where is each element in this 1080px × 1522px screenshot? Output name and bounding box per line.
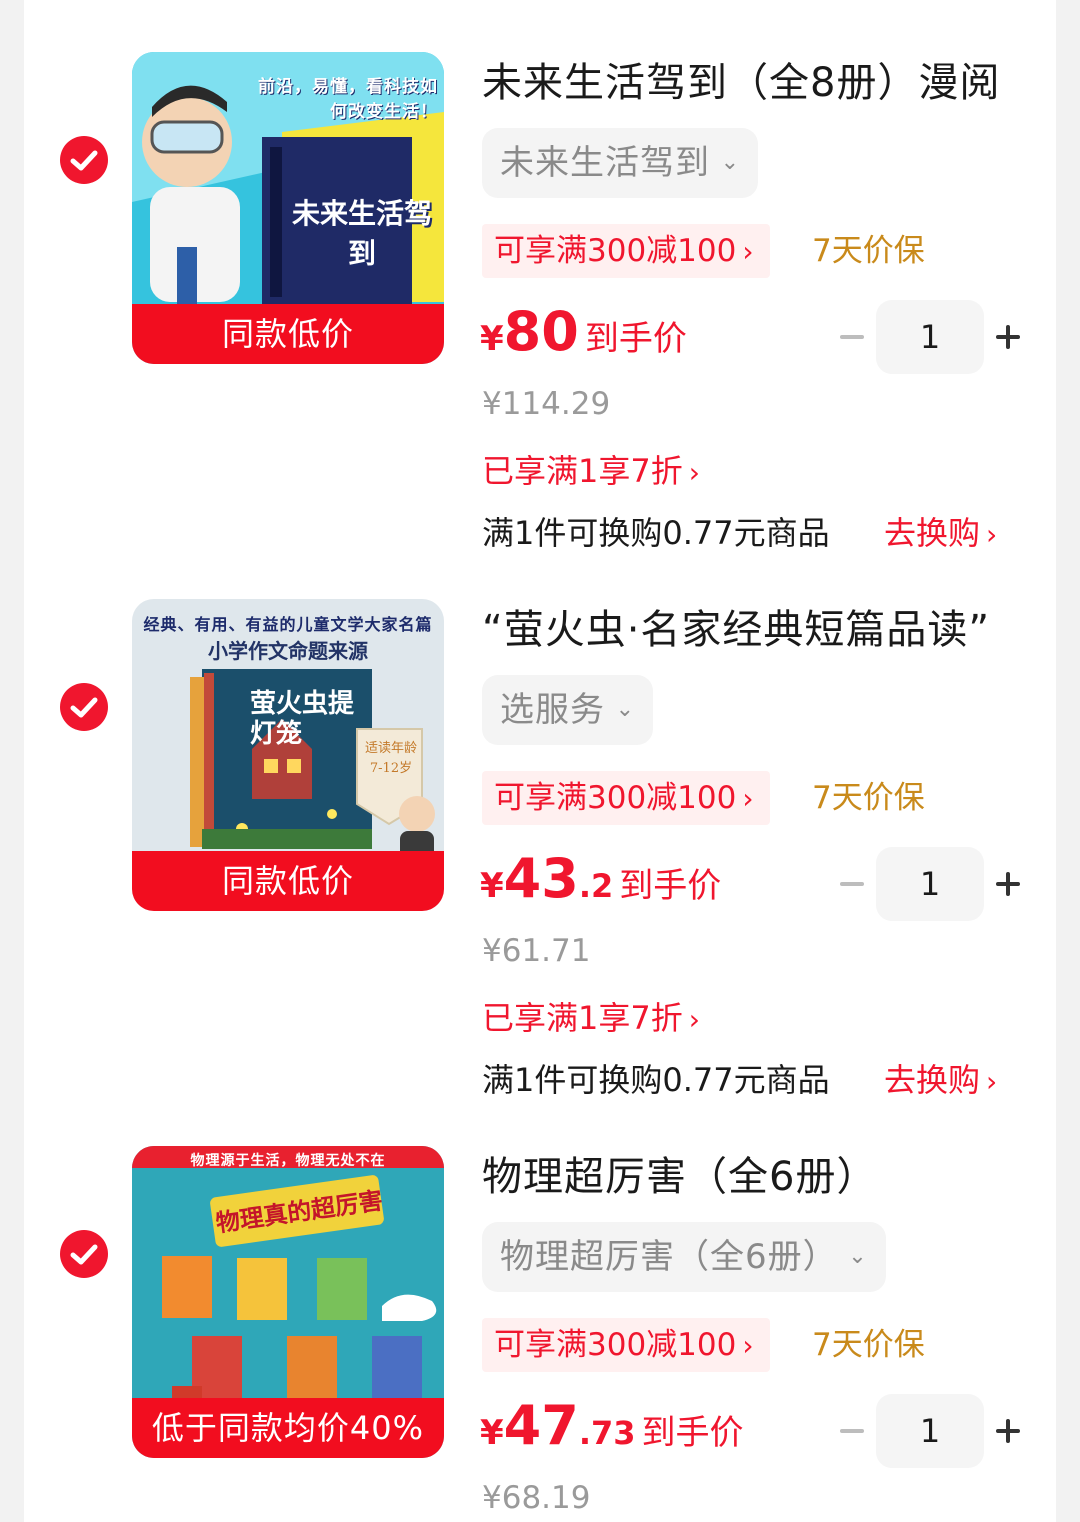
minus-icon[interactable] bbox=[840, 1429, 864, 1433]
price-integer: 47 bbox=[503, 1394, 579, 1457]
price-integer: 43 bbox=[503, 847, 579, 910]
plus-icon[interactable] bbox=[996, 1419, 1020, 1443]
chevron-right-icon: › bbox=[742, 235, 754, 268]
discount-link[interactable]: 已享满1享7折 › bbox=[482, 446, 700, 492]
price-integer: 80 bbox=[503, 300, 579, 363]
discount-label: 已享满1享7折 bbox=[482, 999, 683, 1037]
cart-item: 经典、有用、有益的儿童文学大家名篇 小学作文命题来源 萤火虫提灯笼 适读年龄 7… bbox=[24, 547, 1056, 1099]
variant-selector[interactable]: 物理超厉害（全6册） ⌄ bbox=[482, 1222, 886, 1292]
book-cover-subtitle: 小学作文命题来源 bbox=[208, 639, 368, 663]
product-title[interactable]: 物理超厉害（全6册） bbox=[482, 1144, 877, 1202]
promo-tag[interactable]: 可享满300减100 › bbox=[482, 224, 770, 278]
original-price: ¥68.19 bbox=[482, 1480, 591, 1516]
minus-icon[interactable] bbox=[840, 335, 864, 339]
price-suffix: 到手价 bbox=[584, 319, 687, 359]
product-thumbnail[interactable]: 未来生活驾到 前沿，易懂，看科技如何改变生活！ 同款低价 bbox=[132, 52, 444, 364]
checkbox-checked-icon[interactable] bbox=[60, 1230, 108, 1278]
currency-symbol: ¥ bbox=[480, 1413, 504, 1453]
low-price-badge: 同款低价 bbox=[132, 851, 444, 911]
chevron-down-icon: ⌄ bbox=[848, 1244, 868, 1269]
chevron-right-icon: › bbox=[688, 1003, 700, 1036]
book-cover-slogan: 前沿，易懂，看科技如何改变生活！ bbox=[258, 77, 438, 122]
price-protect-label: 7天价保 bbox=[812, 1327, 925, 1363]
checkbox-checked-icon[interactable] bbox=[60, 136, 108, 184]
chevron-right-icon: › bbox=[688, 456, 700, 489]
chevron-down-icon: ⌄ bbox=[720, 150, 740, 175]
product-thumbnail[interactable]: 物理源于生活，物理无处不在 物理真的超厉害 低于同款均价40% bbox=[132, 1146, 444, 1458]
quantity-stepper: 1 bbox=[836, 847, 1036, 921]
discount-label: 已享满1享7折 bbox=[482, 452, 683, 490]
price-decimal: .2 bbox=[578, 867, 614, 905]
book-cover-title: 萤火虫提灯笼 bbox=[250, 689, 355, 749]
chevron-down-icon: ⌄ bbox=[615, 697, 635, 722]
currency-symbol: ¥ bbox=[480, 319, 504, 359]
final-price: ¥80 到手价 bbox=[480, 300, 687, 376]
original-price: ¥114.29 bbox=[482, 386, 611, 422]
currency-symbol: ¥ bbox=[480, 866, 504, 906]
variant-selector[interactable]: 选服务 ⌄ bbox=[482, 675, 653, 745]
promo-tag[interactable]: 可享满300减100 › bbox=[482, 771, 770, 825]
quantity-input[interactable]: 1 bbox=[876, 847, 984, 921]
price-suffix: 到手价 bbox=[641, 1413, 744, 1453]
price-protect-label: 7天价保 bbox=[812, 233, 925, 269]
price-protect-label: 7天价保 bbox=[812, 780, 925, 816]
cart-item: 物理源于生活，物理无处不在 物理真的超厉害 低于同款均价40% 物理超厉害（全6… bbox=[24, 1094, 1056, 1522]
quantity-stepper: 1 bbox=[836, 300, 1036, 374]
variant-label: 未来生活驾到 bbox=[500, 143, 710, 183]
final-price: ¥47.73 到手价 bbox=[480, 1394, 744, 1470]
promo-label: 可享满300减100 bbox=[494, 1327, 737, 1363]
final-price: ¥43.2 到手价 bbox=[480, 847, 721, 923]
discount-link[interactable]: 已享满1享7折 › bbox=[482, 993, 700, 1039]
book-cover-slogan: 经典、有用、有益的儿童文学大家名篇 bbox=[143, 615, 433, 634]
price-decimal: .73 bbox=[578, 1414, 636, 1452]
variant-selector[interactable]: 未来生活驾到 ⌄ bbox=[482, 128, 758, 198]
quantity-input[interactable]: 1 bbox=[876, 300, 984, 374]
book-cover-slogan: 物理源于生活，物理无处不在 bbox=[190, 1153, 386, 1169]
book-cover-age: 适读年龄 7-12岁 bbox=[364, 741, 417, 776]
promo-tag[interactable]: 可享满300减100 › bbox=[482, 1318, 770, 1372]
cart-list: 未来生活驾到 前沿，易懂，看科技如何改变生活！ 同款低价 未来生活驾到（全8册）… bbox=[24, 0, 1056, 1522]
checkbox-checked-icon[interactable] bbox=[60, 683, 108, 731]
minus-icon[interactable] bbox=[840, 882, 864, 886]
book-cover-title: 未来生活驾到 bbox=[292, 197, 433, 270]
chevron-right-icon: › bbox=[742, 782, 754, 815]
chevron-right-icon: › bbox=[742, 1329, 754, 1362]
variant-label: 物理超厉害（全6册） bbox=[500, 1237, 838, 1277]
product-title[interactable]: “萤火虫·名家经典短篇品读” bbox=[482, 597, 990, 655]
product-title[interactable]: 未来生活驾到（全8册）漫阅 bbox=[482, 50, 1000, 108]
price-suffix: 到手价 bbox=[619, 866, 722, 906]
promo-label: 可享满300减100 bbox=[494, 780, 737, 816]
low-price-badge: 低于同款均价40% bbox=[132, 1398, 444, 1458]
promo-label: 可享满300减100 bbox=[494, 233, 737, 269]
plus-icon[interactable] bbox=[996, 325, 1020, 349]
product-thumbnail[interactable]: 经典、有用、有益的儿童文学大家名篇 小学作文命题来源 萤火虫提灯笼 适读年龄 7… bbox=[132, 599, 444, 911]
quantity-input[interactable]: 1 bbox=[876, 1394, 984, 1468]
original-price: ¥61.71 bbox=[482, 933, 591, 969]
variant-label: 选服务 bbox=[500, 690, 605, 730]
quantity-stepper: 1 bbox=[836, 1394, 1036, 1468]
cart-item: 未来生活驾到 前沿，易懂，看科技如何改变生活！ 同款低价 未来生活驾到（全8册）… bbox=[24, 0, 1056, 552]
low-price-badge: 同款低价 bbox=[132, 304, 444, 364]
plus-icon[interactable] bbox=[996, 872, 1020, 896]
